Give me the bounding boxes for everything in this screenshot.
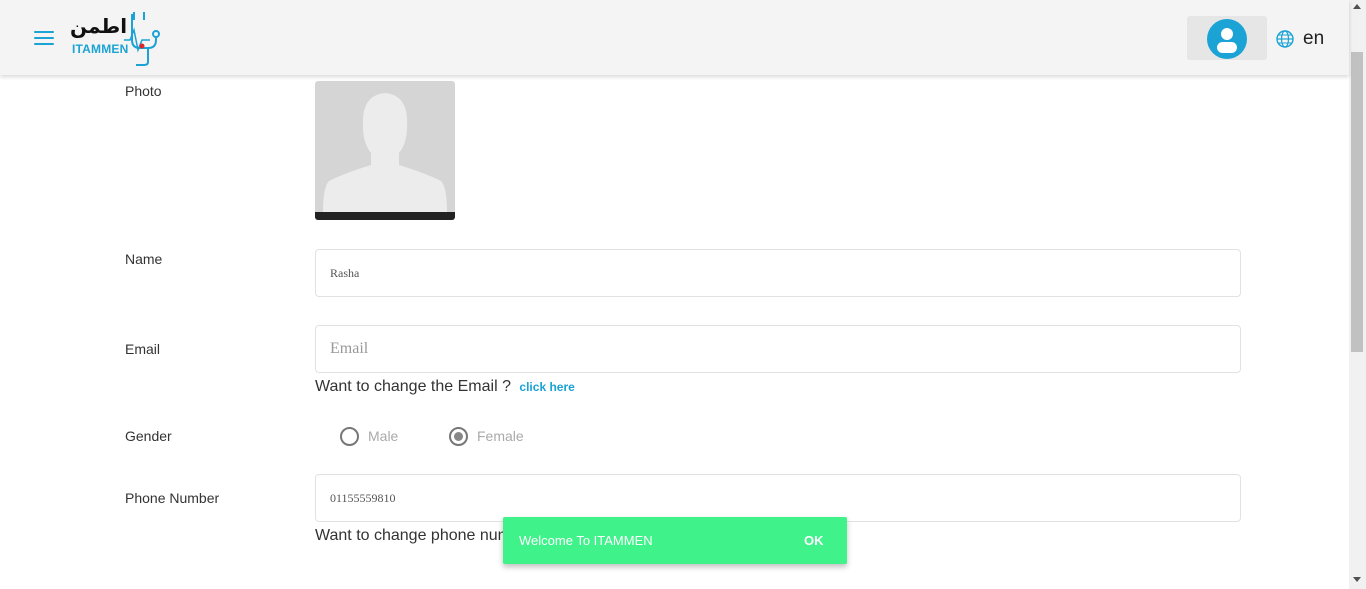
scroll-down-arrow-icon[interactable]: [1353, 577, 1361, 582]
radio-circle-icon: [340, 426, 359, 446]
profile-photo[interactable]: [315, 81, 455, 220]
email-label: Email: [125, 341, 161, 357]
user-avatar-icon: [1207, 19, 1247, 59]
photo-label: Photo: [125, 83, 162, 99]
globe-icon[interactable]: [1276, 30, 1294, 48]
phone-label: Phone Number: [125, 490, 220, 506]
name-input[interactable]: Rasha: [315, 249, 1241, 297]
gender-option-label: Male: [368, 428, 399, 444]
email-change-hint: Want to change the Email ? click here: [315, 378, 575, 396]
person-placeholder-icon: [323, 93, 447, 212]
logo-arabic-text: اطمن: [70, 14, 128, 38]
app-logo[interactable]: اطمن ITAMMEN: [70, 10, 162, 66]
user-avatar-button[interactable]: [1187, 16, 1267, 60]
vertical-scrollbar[interactable]: [1349, 0, 1366, 589]
top-header: اطمن ITAMMEN en: [0, 0, 1349, 75]
radio-checked-icon: [449, 426, 468, 446]
phone-input[interactable]: 01155559810: [315, 474, 1241, 522]
email-change-link[interactable]: click here: [519, 380, 574, 394]
stethoscope-icon: [124, 12, 160, 66]
toast-ok-button[interactable]: OK: [804, 533, 824, 548]
gender-label: Gender: [125, 428, 172, 444]
welcome-toast: Welcome To ITAMMEN OK: [503, 517, 847, 564]
hamburger-menu-icon[interactable]: [34, 31, 54, 47]
scroll-up-arrow-icon[interactable]: [1353, 4, 1361, 9]
name-label: Name: [125, 251, 163, 267]
email-hint-text: Want to change the Email ?: [315, 378, 511, 395]
gender-radio-male[interactable]: Male: [340, 426, 398, 446]
phone-change-hint: Want to change phone num: [315, 527, 511, 544]
photo-watermark-bar: [315, 212, 455, 220]
scroll-thumb[interactable]: [1351, 52, 1363, 352]
email-input[interactable]: Email: [315, 325, 1241, 373]
language-selector[interactable]: en: [1303, 28, 1324, 50]
toast-message: Welcome To ITAMMEN: [519, 533, 653, 548]
gender-radio-female[interactable]: Female: [449, 426, 524, 446]
gender-option-label: Female: [477, 428, 524, 444]
